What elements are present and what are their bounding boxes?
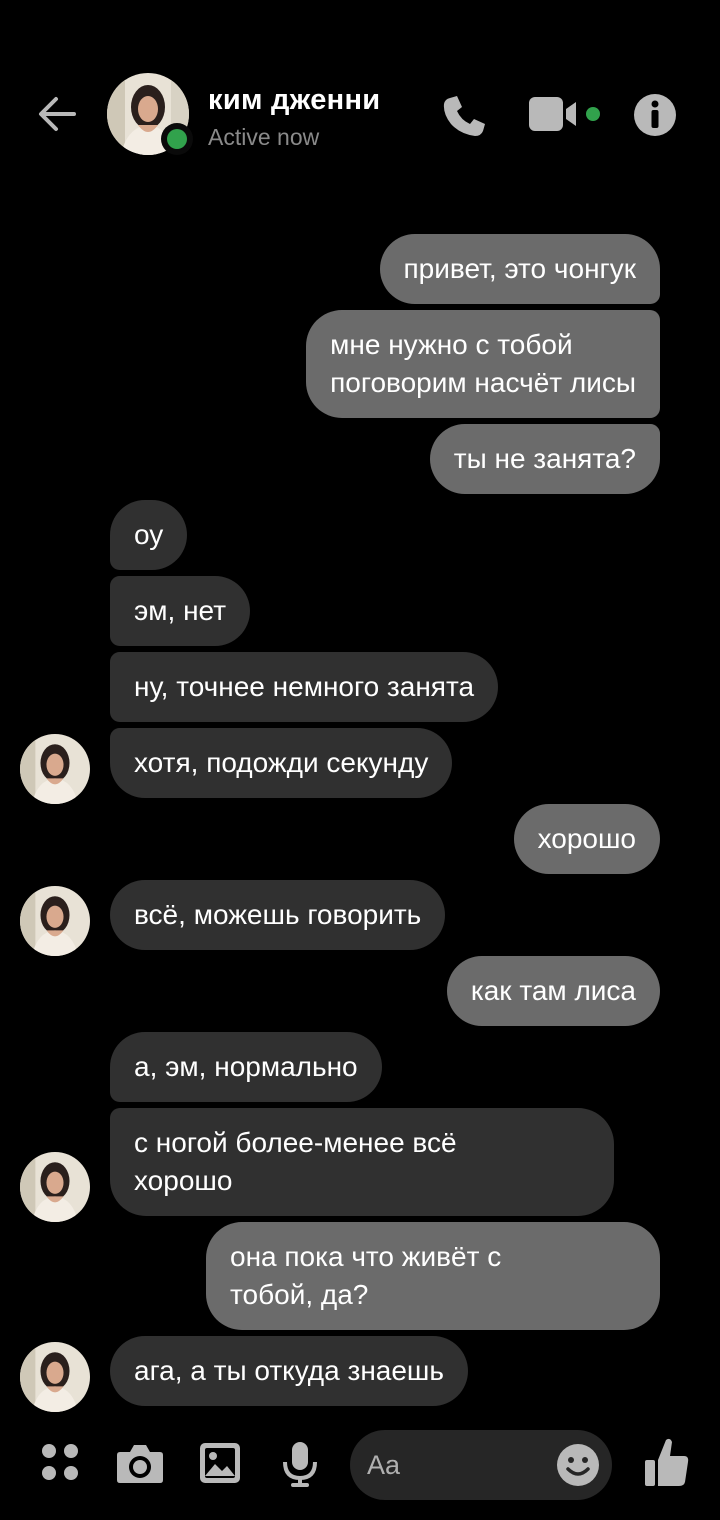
contact-status: Active now <box>208 124 320 150</box>
message-text: мне нужно с тобой поговорим насчёт лисы <box>330 329 636 398</box>
camera-icon[interactable] <box>116 1442 164 1484</box>
incoming-message[interactable]: ага, а ты откуда знаешь <box>110 1336 468 1406</box>
sender-avatar[interactable] <box>20 1152 90 1222</box>
emoji-icon[interactable] <box>556 1443 600 1487</box>
incoming-message[interactable]: оу <box>110 500 188 570</box>
message-text: ну, точнее немного занята <box>134 671 475 702</box>
incoming-message[interactable]: хотя, подожди секунду <box>110 728 453 798</box>
incoming-message[interactable]: а, эм, нормально <box>110 1032 382 1102</box>
online-status-indicator <box>161 123 193 155</box>
message-text: с ногой более-менее всё хорошо <box>134 1127 457 1196</box>
message-text: хорошо <box>537 823 636 854</box>
message-text: ага, а ты откуда знаешь <box>134 1355 444 1386</box>
message-text: привет, это чонгук <box>403 253 636 284</box>
messenger-chat-screen: ким дженни Active now привет, это чонгук… <box>0 0 720 1520</box>
thumbs-up-icon[interactable] <box>644 1436 690 1488</box>
sender-avatar[interactable] <box>20 1342 90 1412</box>
message-composer: Aa <box>0 1420 720 1520</box>
incoming-message[interactable]: ну, точнее немного занята <box>110 652 499 722</box>
incoming-message[interactable]: всё, можешь говорить <box>110 880 446 950</box>
outgoing-message[interactable]: ты не занята? <box>429 424 660 494</box>
incoming-message[interactable]: с ногой более-менее всё хорошо <box>110 1108 614 1216</box>
menu-dots-icon[interactable] <box>40 1442 82 1484</box>
outgoing-message[interactable]: как там лиса <box>446 956 660 1026</box>
message-input-placeholder: Aa <box>367 1450 401 1480</box>
contact-avatar[interactable] <box>107 73 193 155</box>
image-icon[interactable] <box>199 1442 241 1484</box>
chat-header: ким дженни Active now <box>0 0 720 200</box>
sender-avatar[interactable] <box>20 886 90 956</box>
message-text: ты не занята? <box>453 443 636 474</box>
outgoing-message[interactable]: мне нужно с тобой поговорим насчёт лисы <box>306 310 660 418</box>
phone-icon[interactable] <box>440 92 488 140</box>
message-text: эм, нет <box>134 595 227 626</box>
microphone-icon[interactable] <box>281 1440 319 1488</box>
outgoing-message[interactable]: привет, это чонгук <box>379 234 660 304</box>
message-text: а, эм, нормально <box>134 1051 358 1082</box>
sender-avatar[interactable] <box>20 734 90 804</box>
message-text: как там лиса <box>470 975 636 1006</box>
message-input[interactable]: Aa <box>350 1430 612 1500</box>
outgoing-message[interactable]: она пока что живёт с тобой, да? <box>206 1222 660 1330</box>
message-text: она пока что живёт с тобой, да? <box>230 1241 502 1310</box>
message-text: оу <box>134 519 164 550</box>
video-camera-icon[interactable] <box>526 94 604 136</box>
info-icon[interactable] <box>632 92 678 138</box>
message-text: хотя, подожди секунду <box>134 747 429 778</box>
back-arrow-icon[interactable] <box>30 88 82 140</box>
incoming-message[interactable]: эм, нет <box>110 576 251 646</box>
message-text: всё, можешь говорить <box>134 899 422 930</box>
outgoing-message[interactable]: хорошо <box>513 804 660 874</box>
contact-name[interactable]: ким дженни <box>208 84 380 117</box>
